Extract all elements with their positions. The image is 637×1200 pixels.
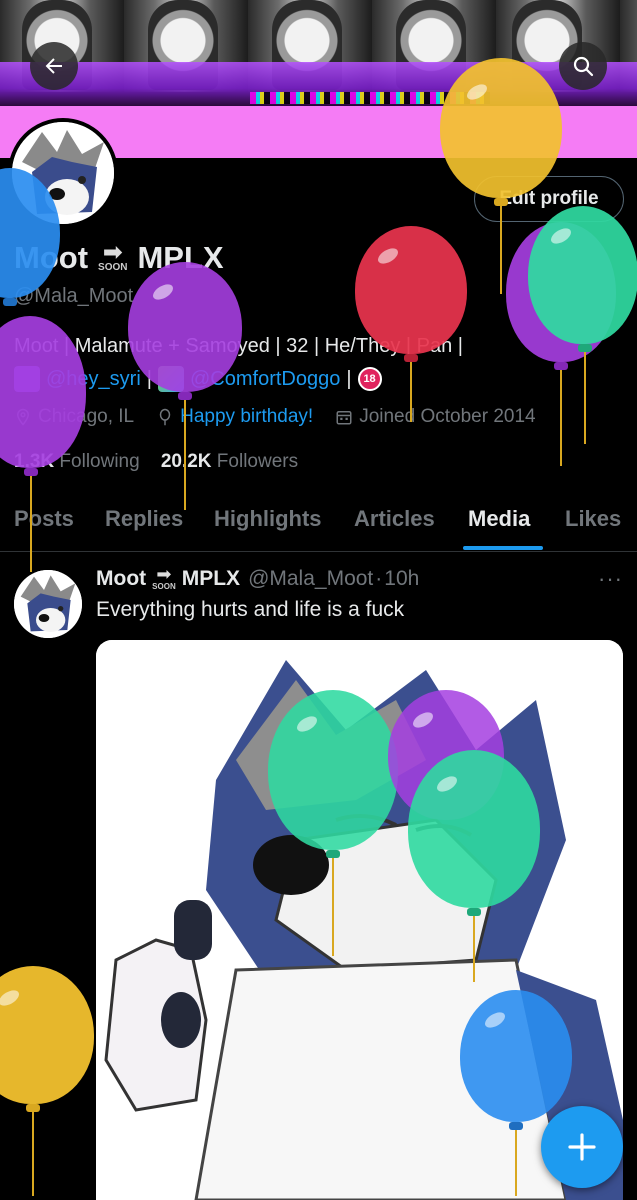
tab-highlights[interactable]: Highlights [214,506,322,532]
back-button[interactable] [30,42,78,90]
tab-articles[interactable]: Articles [354,506,435,532]
profile-handle: @Mala_Moot [14,285,134,307]
bio-emoji-icon [14,366,40,392]
bio-mention-1[interactable]: @hey_syri [46,368,141,391]
post-handle[interactable]: @Mala_Moot [248,567,373,591]
bio-emoji-icon-2 [157,366,184,392]
profile-meta: Chicago, IL Happy birthday! Joined Octob… [14,406,558,428]
search-icon [573,56,594,77]
wolf-avatar-image [12,122,114,224]
post-time[interactable]: 10h [384,567,419,591]
joined-date: Joined October 2014 [335,406,536,428]
active-tab-indicator [463,546,543,550]
post-author-name-right[interactable]: MPLX [182,567,240,591]
followers-link[interactable]: 20.2K Followers [161,451,298,472]
calendar-icon [336,411,352,425]
tab-posts[interactable]: Posts [14,506,74,532]
bio-line-2: @hey_syri | @ComfortDoggo | 18 [14,366,382,392]
profile-avatar[interactable] [8,118,118,228]
birthday[interactable]: Happy birthday! [156,406,313,428]
soon-arrow-icon: ➡ SOON [98,239,128,273]
post-author-avatar[interactable] [14,570,82,638]
following-link[interactable]: 1.3K Following [14,451,140,472]
wolf-avatar-image [14,570,82,638]
location-pin-icon [16,408,30,426]
tab-media[interactable]: Media [468,506,530,532]
search-button[interactable] [559,42,607,90]
plus-icon [568,1133,596,1161]
follow-counts: 1.3K Following 20.2K Followers [14,451,298,473]
profile-tabs: Posts Replies Highlights Articles Media … [0,496,637,552]
wolf-thumbs-up-image [96,640,623,1200]
profile-display-name: Moot ➡ SOON MPLX [14,239,224,275]
balloon-red [355,226,467,436]
balloon-yellow-bottom [0,966,94,1200]
bio-line-1: Moot | Malamute + Samoyed | 32 | He/They… [14,335,463,357]
post-header: Moot ➡ SOON MPLX @Mala_Moot · 10h [96,564,420,591]
tab-likes[interactable]: Likes [565,506,621,532]
post-author-name-left[interactable]: Moot [96,567,146,591]
compose-post-button[interactable] [541,1106,623,1188]
post-text: Everything hurts and life is a fuck [96,598,405,621]
post-media-image[interactable] [96,640,623,1200]
edit-profile-button[interactable]: Edit profile [474,176,624,222]
location: Chicago, IL [14,406,134,428]
more-options-icon[interactable]: ··· [598,566,623,592]
balloon-icon [159,408,171,426]
arrow-left-icon [45,58,62,74]
no-under-18-icon: 18 [357,367,382,391]
balloon-purple-center [128,262,242,522]
soon-arrow-icon: ➡ SOON [152,564,176,591]
tab-replies[interactable]: Replies [105,506,183,532]
bio-mention-2[interactable]: @ComfortDoggo [190,368,340,391]
balloon-purple-right [506,222,616,470]
